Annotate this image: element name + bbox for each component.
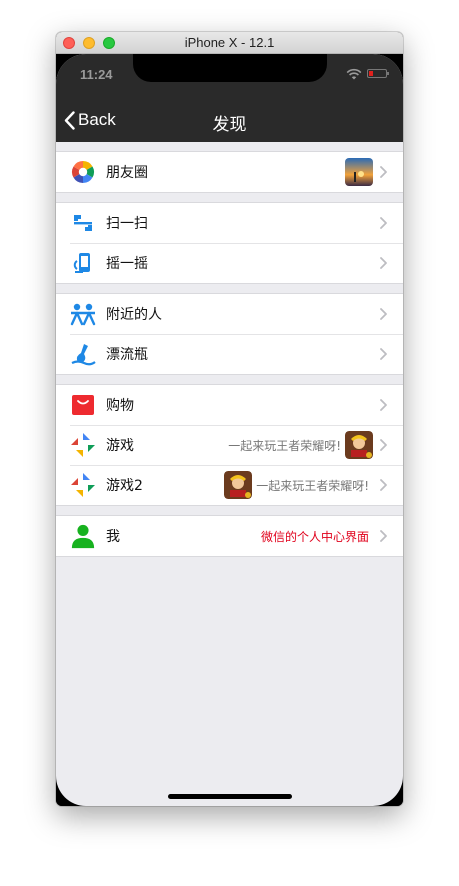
chevron-right-icon (380, 166, 387, 178)
list-item-games-2[interactable]: 游戏2 一起来玩王者荣耀呀! (56, 465, 403, 505)
chevron-right-icon (380, 399, 387, 411)
game-avatar (345, 431, 373, 459)
notch (133, 54, 327, 82)
games-icon (70, 432, 96, 458)
row-label: 我 (106, 529, 120, 545)
row-label: 购物 (106, 398, 134, 414)
phone-frame: 11:24 Back 发现 朋友圈 扫一扫 摇一摇 附近的人 漂流瓶 购物 游戏… (56, 54, 403, 806)
moments-icon (70, 159, 96, 185)
row-detail: 一起来玩王者荣耀呀! (228, 438, 341, 453)
row-label: 朋友圈 (106, 165, 148, 181)
row-label: 游戏2 (106, 478, 143, 494)
row-label: 漂流瓶 (106, 347, 148, 363)
battery-icon (367, 69, 389, 78)
row-detail: 微信的个人中心界面 (260, 529, 369, 544)
games-icon (70, 472, 96, 498)
window-title: iPhone X - 12.1 (184, 35, 275, 50)
group-shopping-games: 购物 游戏 一起来玩王者荣耀呀! 游戏2 一起来玩王者荣耀呀! (56, 384, 403, 506)
game-avatar (224, 471, 253, 499)
people-nearby-icon (70, 301, 96, 327)
group-nearby-bottle: 附近的人 漂流瓶 (56, 293, 403, 375)
user-icon (70, 523, 96, 549)
list-item-games[interactable]: 游戏 一起来玩王者荣耀呀! (56, 425, 403, 465)
chevron-right-icon (380, 439, 387, 451)
phone-screen: 11:24 Back 发现 朋友圈 扫一扫 摇一摇 附近的人 漂流瓶 购物 游戏… (56, 54, 403, 806)
row-label: 游戏 (106, 438, 134, 454)
page-title: 发现 (212, 115, 247, 135)
discover-list: 朋友圈 扫一扫 摇一摇 附近的人 漂流瓶 购物 游戏 一起来玩王者荣耀呀! 游戏… (56, 142, 403, 557)
row-label: 附近的人 (106, 307, 162, 323)
chevron-right-icon (380, 257, 387, 269)
home-indicator[interactable] (168, 794, 292, 799)
chevron-right-icon (380, 479, 387, 491)
list-item-people-nearby[interactable]: 附近的人 (56, 294, 403, 334)
sunset-photo-thumbnail (345, 158, 373, 186)
group-moments: 朋友圈 (56, 151, 403, 193)
wifi-icon (346, 68, 362, 80)
list-item-scan[interactable]: 扫一扫 (56, 203, 403, 243)
group-scan-shake: 扫一扫 摇一摇 (56, 202, 403, 284)
list-item-moments[interactable]: 朋友圈 (56, 152, 403, 192)
row-detail: 一起来玩王者荣耀呀! (256, 478, 369, 493)
shopping-bag-icon (70, 392, 96, 418)
status-bar: 11:24 (56, 54, 403, 98)
row-label: 摇一摇 (106, 256, 148, 272)
window-titlebar: iPhone X - 12.1 (56, 32, 403, 54)
navigation-bar: Back 发现 (56, 98, 403, 142)
list-item-shake[interactable]: 摇一摇 (56, 243, 403, 283)
drift-bottle-icon (70, 341, 96, 367)
chevron-right-icon (380, 530, 387, 542)
status-time: 11:24 (80, 67, 113, 82)
list-item-me[interactable]: 我 微信的个人中心界面 (56, 516, 403, 556)
group-me: 我 微信的个人中心界面 (56, 515, 403, 557)
chevron-right-icon (380, 308, 387, 320)
chevron-right-icon (380, 348, 387, 360)
list-item-drift-bottle[interactable]: 漂流瓶 (56, 334, 403, 374)
list-item-shopping[interactable]: 购物 (56, 385, 403, 425)
shake-icon (70, 250, 96, 276)
row-label: 扫一扫 (106, 216, 148, 232)
chevron-right-icon (380, 217, 387, 229)
scan-icon (70, 210, 96, 236)
simulator-window: iPhone X - 12.1 11:24 Back 发现 朋友圈 扫一扫 摇一… (56, 32, 403, 806)
